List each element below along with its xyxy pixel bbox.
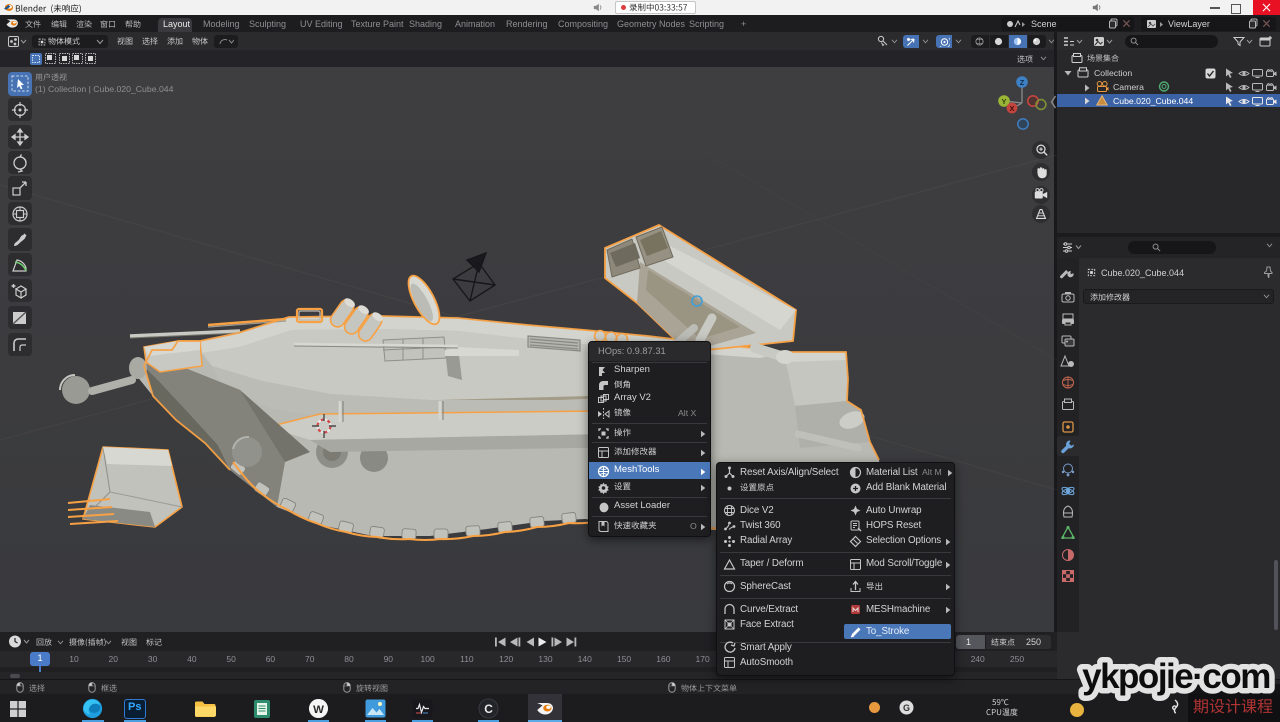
svg-text:Z: Z: [1020, 78, 1025, 87]
svg-text:C: C: [484, 702, 493, 716]
svg-text:ykpojie·com: ykpojie·com: [1082, 657, 1270, 696]
svg-text:G: G: [903, 703, 910, 713]
svg-text:Y: Y: [1001, 97, 1006, 106]
svg-text:W: W: [313, 704, 324, 716]
svg-text:X: X: [1009, 104, 1014, 113]
